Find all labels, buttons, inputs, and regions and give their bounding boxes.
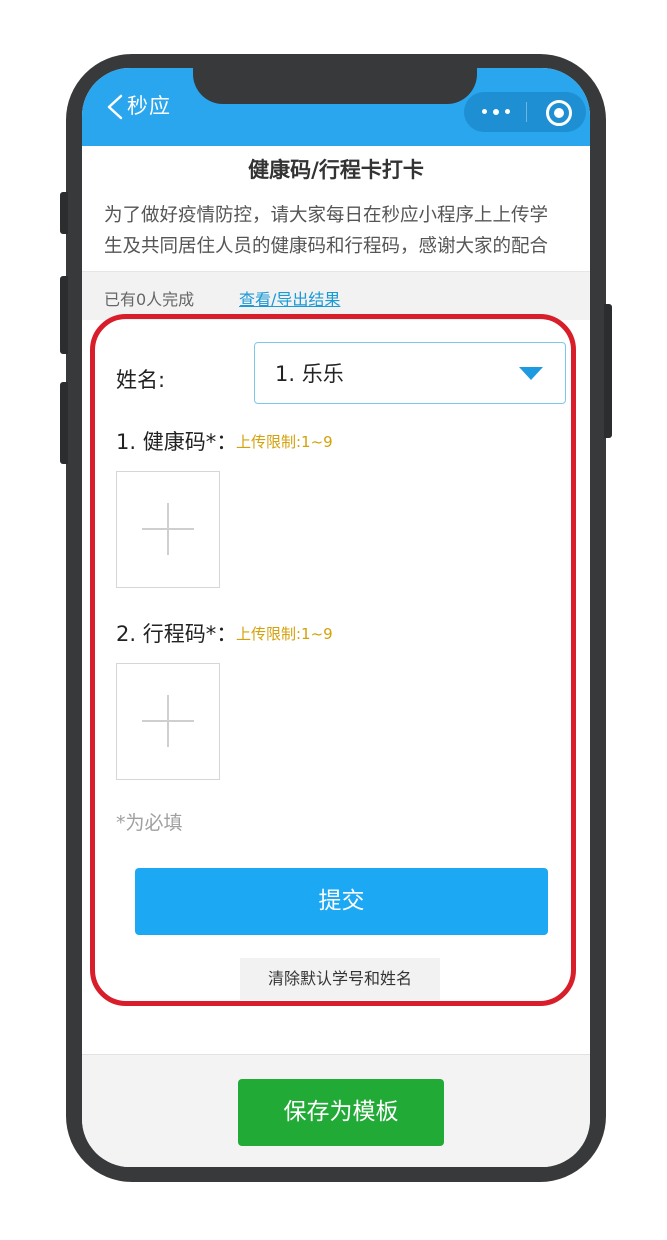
clear-default-button[interactable]: 清除默认学号和姓名 <box>240 958 440 1000</box>
plus-icon <box>142 503 194 555</box>
name-selected-value: 1. 乐乐 <box>275 362 344 386</box>
trip-code-upload[interactable] <box>116 663 220 780</box>
save-template-button[interactable]: 保存为模板 <box>238 1079 444 1146</box>
phone-volume-up-button <box>60 276 68 354</box>
plus-icon <box>142 695 194 747</box>
close-target-icon[interactable] <box>546 100 572 126</box>
phone-notch <box>193 60 477 104</box>
description-line-2: 生及共同居住人员的健康码和行程码，感谢大家的配合 <box>104 236 549 257</box>
trip-code-limit: 上传限制:1~9 <box>236 625 333 643</box>
health-code-limit: 上传限制:1~9 <box>236 433 333 451</box>
page-title: 健康码/行程卡打卡 <box>248 158 424 182</box>
back-chevron-icon[interactable] <box>104 94 126 120</box>
view-export-link[interactable]: 查看/导出结果 <box>239 286 340 310</box>
stats-bar: 已有0人完成 查看/导出结果 <box>82 271 590 321</box>
more-dots-icon[interactable] <box>482 108 512 115</box>
phone-volume-down-button <box>60 382 68 464</box>
description-line-1: 为了做好疫情防控，请大家每日在秒应小程序上上传学 <box>104 205 549 226</box>
mini-program-capsule <box>464 92 586 132</box>
health-code-upload[interactable] <box>116 471 220 588</box>
name-select[interactable]: 1. 乐乐 <box>254 342 566 404</box>
phone-mute-switch <box>60 192 68 234</box>
health-code-label: 1. 健康码*： <box>116 430 238 454</box>
capsule-divider <box>526 102 527 122</box>
page-description: 为了做好疫情防控，请大家每日在秒应小程序上上传学 生及共同居住人员的健康码和行程… <box>104 200 580 262</box>
phone-power-button <box>604 304 612 438</box>
name-label: 姓名: <box>116 368 166 392</box>
dropdown-arrow-icon <box>519 367 543 380</box>
submit-button[interactable]: 提交 <box>135 868 548 935</box>
trip-code-label: 2. 行程码*： <box>116 622 238 646</box>
phone-screen: 秒应 健康码/行程卡打卡 为了做好疫情防控，请大家每日在秒应小程序上上传学 生及… <box>82 68 590 1167</box>
nav-title[interactable]: 秒应 <box>127 90 171 120</box>
required-note: *为必填 <box>116 812 183 834</box>
completed-count: 已有0人完成 <box>104 290 195 309</box>
